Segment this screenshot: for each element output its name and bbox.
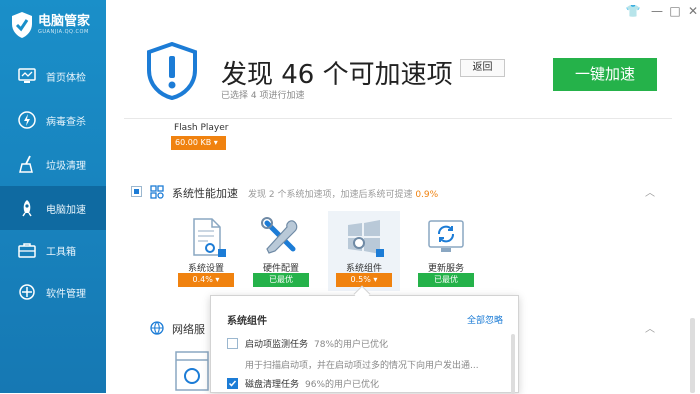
app-name: 电脑管家 <box>38 14 91 29</box>
flash-player-size-dropdown[interactable]: 60.00 KB ▾ <box>171 136 226 150</box>
tile-badge-dropdown[interactable]: 0.5% ▾ <box>336 273 392 287</box>
rocket-icon <box>16 197 38 219</box>
sidebar-item-home-check[interactable]: 首页体检 <box>0 54 106 98</box>
system-components-popup: 系统组件 全部忽略 启动项监测任务 78%的用户已优化 用于扫描启动项，并在启动项… <box>210 295 519 394</box>
popup-item-name: 启动项监测任务 <box>245 340 309 350</box>
section-perf-desc: 发现 2 个系统加速项，加速后系统可提速 0.9% <box>248 187 438 200</box>
check-icon <box>228 380 237 387</box>
flash-player-label: Flash Player <box>174 123 229 133</box>
refresh-monitor-icon <box>428 220 464 252</box>
collapse-caret-icon[interactable]: ︿ <box>645 320 655 335</box>
sidebar-item-toolbox[interactable]: 工具箱 <box>0 228 106 272</box>
popup-title: 系统组件 <box>227 316 267 327</box>
one-click-speedup-button[interactable]: 一键加速 <box>553 58 657 91</box>
sidebar: 电脑管家 GUANJIA.QQ.COM 首页体检 病毒查杀 垃圾清理 电脑加速 … <box>0 0 106 393</box>
popup-item-checkbox[interactable] <box>227 338 238 349</box>
popup-item-meta: 78%的用户已优化 <box>314 340 389 350</box>
sidebar-item-junk-clean[interactable]: 垃圾清理 <box>0 142 106 186</box>
shield-alert-icon <box>147 42 197 100</box>
sidebar-item-label: 病毒查杀 <box>46 116 86 128</box>
shield-logo-icon <box>12 12 32 38</box>
windows-gear-icon <box>348 220 384 257</box>
section-perf-title: 系统性能加速 <box>172 187 238 200</box>
sidebar-item-label: 软件管理 <box>46 288 86 300</box>
popup-item-startup-monitor: 启动项监测任务 78%的用户已优化 <box>245 337 388 350</box>
sidebar-item-pc-speedup[interactable]: 电脑加速 <box>0 186 106 230</box>
app-logo: 电脑管家 GUANJIA.QQ.COM <box>10 10 90 40</box>
page-title: 发现 46 个可加速项 <box>221 60 453 90</box>
section-network-title: 网络服 <box>172 323 205 336</box>
tile-badge-status: 已最优 <box>418 273 474 287</box>
maximize-button[interactable]: □ <box>667 4 683 18</box>
tile-system-components[interactable]: 系统组件 0.5% ▾ <box>328 211 400 291</box>
popup-item-meta: 96%的用户已优化 <box>305 380 380 390</box>
globe-icon <box>150 321 164 335</box>
ignore-all-link[interactable]: 全部忽略 <box>467 313 503 326</box>
selection-summary: 已选择 4 项进行加速 <box>221 91 305 101</box>
sidebar-item-label: 首页体检 <box>46 72 86 84</box>
app-subtitle: GUANJIA.QQ.COM <box>38 29 89 35</box>
sidebar-item-label: 垃圾清理 <box>46 160 86 172</box>
section-perf-pct: 0.9% <box>415 190 439 200</box>
popup-scrollbar[interactable] <box>511 334 515 394</box>
tile-badge-dropdown[interactable]: 0.4% ▾ <box>178 273 234 287</box>
section-perf-desc-text: 发现 2 个系统加速项，加速后系统可提速 <box>248 190 413 200</box>
main-scrollbar[interactable] <box>690 318 695 393</box>
sidebar-item-label: 工具箱 <box>46 246 76 258</box>
tile-system-settings[interactable]: 系统设置 0.4% ▾ <box>170 211 242 291</box>
toolbox-icon <box>16 239 38 261</box>
close-button[interactable]: ✕ <box>685 4 700 18</box>
skin-icon[interactable]: 👕 <box>625 4 641 18</box>
header-divider <box>124 118 672 119</box>
monitor-icon <box>16 65 38 87</box>
network-tile-icon <box>175 351 209 391</box>
tools-icon <box>261 217 298 254</box>
performance-grid-icon <box>150 185 164 199</box>
tile-badge-status: 已最优 <box>253 273 309 287</box>
tile-hardware-config[interactable]: 硬件配置 已最优 <box>245 211 317 291</box>
software-icon <box>16 281 38 303</box>
sidebar-item-virus-scan[interactable]: 病毒查杀 <box>0 98 106 142</box>
popup-item-disk-cleanup: 磁盘清理任务 96%的用户已优化 <box>245 377 379 390</box>
collapse-caret-icon[interactable]: ︿ <box>645 184 655 199</box>
popup-item-name: 磁盘清理任务 <box>245 380 300 390</box>
sidebar-item-label: 电脑加速 <box>46 204 86 216</box>
popup-item-desc: 用于扫描启动项，并在启动项过多的情况下向用户发出通... <box>245 361 479 371</box>
popup-item-checkbox-checked[interactable] <box>227 378 238 389</box>
section-perf-checkbox[interactable] <box>131 186 142 197</box>
back-button[interactable]: 返回 <box>460 59 505 77</box>
broom-icon <box>16 153 38 175</box>
bolt-icon <box>16 109 38 131</box>
settings-doc-icon <box>193 218 226 257</box>
minimize-button[interactable]: — <box>649 4 665 18</box>
tile-update-service[interactable]: 更新服务 已最优 <box>410 211 482 291</box>
sidebar-item-software-manager[interactable]: 软件管理 <box>0 270 106 314</box>
